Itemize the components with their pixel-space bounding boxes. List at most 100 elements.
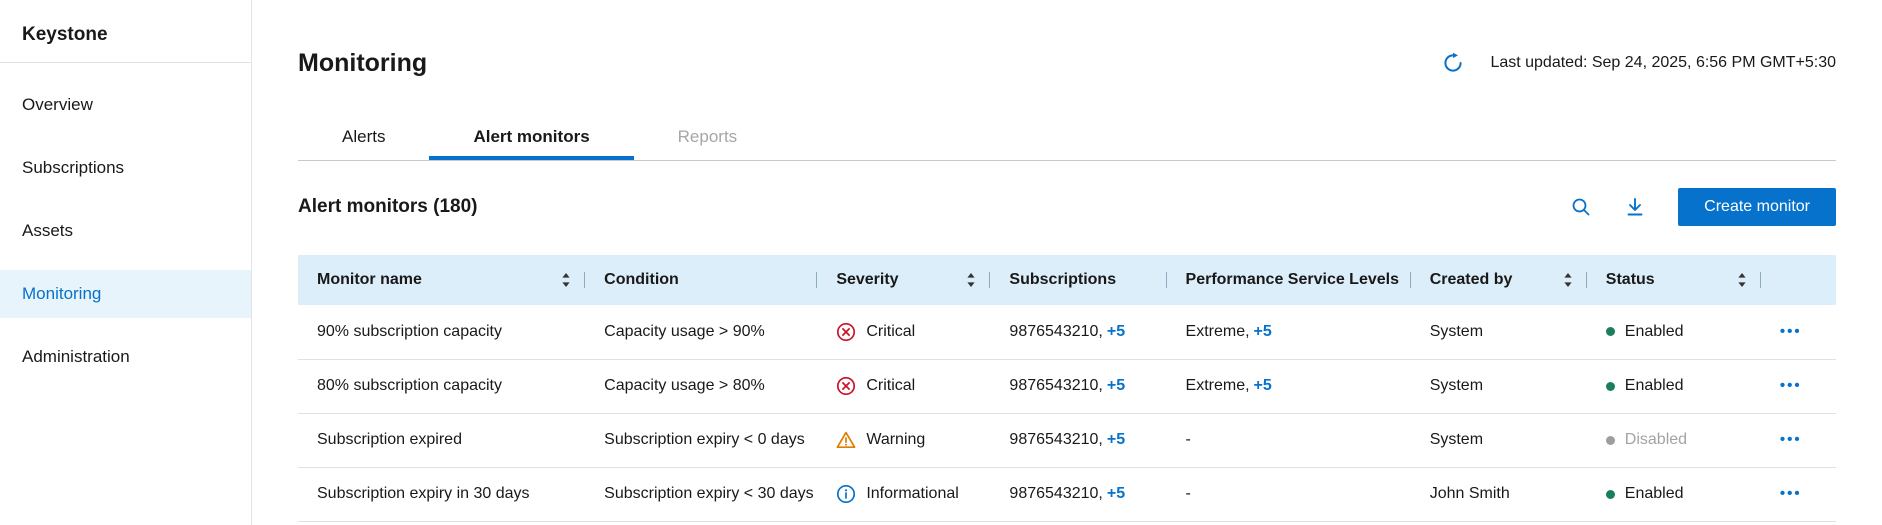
condition-cell: Capacity usage > 90% — [585, 305, 817, 359]
subscriptions-cell: 9876543210, +5 — [990, 359, 1166, 413]
psl-more-link[interactable]: +5 — [1254, 377, 1272, 394]
status-cell: Enabled — [1587, 305, 1761, 359]
status-label: Enabled — [1625, 377, 1684, 395]
tab-alerts[interactable]: Alerts — [298, 118, 429, 160]
table-row: Subscription expiry in 30 days Subscript… — [298, 467, 1836, 521]
overflow-menu-button[interactable]: ••• — [1780, 323, 1802, 340]
overflow-menu-button[interactable]: ••• — [1780, 431, 1802, 448]
column-label: Performance Service Levels — [1186, 271, 1399, 288]
column-severity: Severity — [817, 255, 990, 305]
psl-more-link[interactable]: +5 — [1254, 323, 1272, 340]
sidebar-item-subscriptions[interactable]: Subscriptions — [0, 144, 251, 192]
section-bar: Alert monitors (180) Create monitor — [298, 187, 1836, 227]
created-by-cell: System — [1411, 413, 1587, 467]
sidebar-item-administration[interactable]: Administration — [0, 333, 251, 381]
sidebar-item-overview[interactable]: Overview — [0, 81, 251, 129]
warning-icon — [836, 430, 856, 450]
created-by-cell: System — [1411, 305, 1587, 359]
overflow-menu-button[interactable]: ••• — [1780, 485, 1802, 502]
sidebar-item-monitoring[interactable]: Monitoring — [0, 270, 251, 318]
overflow-menu-button[interactable]: ••• — [1780, 377, 1802, 394]
tab-reports[interactable]: Reports — [634, 118, 782, 160]
status-label: Enabled — [1625, 485, 1684, 503]
table-row: 80% subscription capacity Capacity usage… — [298, 359, 1836, 413]
column-subscriptions: Subscriptions — [990, 255, 1166, 305]
psl-cell: Extreme,+5 — [1167, 305, 1411, 359]
psl-cell: - — [1167, 413, 1411, 467]
status-dot — [1606, 490, 1615, 499]
psl-value: Extreme, — [1186, 323, 1250, 340]
psl-value: Extreme, — [1186, 377, 1250, 394]
download-icon[interactable] — [1624, 196, 1646, 218]
column-condition: Condition — [585, 255, 817, 305]
psl-cell: Extreme,+5 — [1167, 359, 1411, 413]
last-updated-area: Last updated: Sep 24, 2025, 6:56 PM GMT+… — [1442, 52, 1836, 74]
page-header: Monitoring Last updated: Sep 24, 2025, 6… — [298, 48, 1836, 78]
actions-cell: ••• — [1761, 359, 1836, 413]
severity-label: Critical — [866, 323, 915, 341]
severity-label: Informational — [866, 485, 959, 503]
monitor-name-cell: 90% subscription capacity — [298, 305, 585, 359]
severity-label: Critical — [866, 377, 915, 395]
column-label: Severity — [836, 271, 898, 289]
status-dot — [1606, 436, 1615, 445]
severity-cell: Critical — [817, 359, 990, 413]
subscriptions-more-link[interactable]: +5 — [1107, 323, 1125, 340]
column-monitor-name: Monitor name — [298, 255, 585, 305]
subscriptions-cell: 9876543210, +5 — [990, 413, 1166, 467]
subscription-id: 9876543210, — [1009, 377, 1102, 394]
section-actions: Create monitor — [1570, 188, 1836, 226]
main-content: Monitoring Last updated: Sep 24, 2025, 6… — [252, 0, 1882, 525]
column-created-by: Created by — [1411, 255, 1587, 305]
tab-alert-monitors[interactable]: Alert monitors — [429, 118, 633, 160]
column-status: Status — [1587, 255, 1761, 305]
subscriptions-more-link[interactable]: +5 — [1107, 377, 1125, 394]
refresh-icon[interactable] — [1442, 52, 1464, 74]
column-performance-service-levels: Performance Service Levels — [1167, 255, 1411, 305]
subscriptions-more-link[interactable]: +5 — [1107, 485, 1125, 502]
monitor-name-cell: Subscription expired — [298, 413, 585, 467]
actions-cell: ••• — [1761, 467, 1836, 521]
create-monitor-button[interactable]: Create monitor — [1678, 188, 1836, 226]
column-actions — [1761, 255, 1836, 305]
status-cell: Enabled — [1587, 467, 1761, 521]
sort-icon[interactable] — [966, 272, 976, 288]
severity-cell: Critical — [817, 305, 990, 359]
status-dot — [1606, 382, 1615, 391]
actions-cell: ••• — [1761, 305, 1836, 359]
condition-cell: Capacity usage > 80% — [585, 359, 817, 413]
sidebar-nav: Overview Subscriptions Assets Monitoring… — [0, 81, 251, 381]
subscriptions-cell: 9876543210, +5 — [990, 305, 1166, 359]
status-cell: Disabled — [1587, 413, 1761, 467]
search-icon[interactable] — [1570, 196, 1592, 218]
actions-cell: ••• — [1761, 413, 1836, 467]
sort-icon[interactable] — [1737, 272, 1747, 288]
condition-cell: Subscription expiry < 0 days — [585, 413, 817, 467]
subscription-id: 9876543210, — [1009, 323, 1102, 340]
page-title: Monitoring — [298, 48, 427, 78]
column-label: Subscriptions — [1009, 271, 1116, 288]
column-label: Created by — [1430, 271, 1513, 289]
sort-icon[interactable] — [1563, 272, 1573, 288]
status-cell: Enabled — [1587, 359, 1761, 413]
status-label: Disabled — [1625, 431, 1687, 449]
status-dot — [1606, 327, 1615, 336]
subscriptions-cell: 9876543210,+5 — [990, 467, 1166, 521]
sort-icon[interactable] — [561, 272, 571, 288]
monitor-name-cell: Subscription expiry in 30 days — [298, 467, 585, 521]
severity-cell: Informational — [817, 467, 990, 521]
column-label: Monitor name — [317, 271, 422, 289]
status-label: Enabled — [1625, 323, 1684, 341]
subscription-id: 9876543210, — [1009, 431, 1102, 448]
section-title: Alert monitors (180) — [298, 196, 477, 218]
subscriptions-more-link[interactable]: +5 — [1107, 431, 1125, 448]
critical-icon — [836, 376, 856, 396]
column-label: Condition — [604, 271, 679, 288]
alert-monitors-table: Monitor name Condition Severity — [298, 255, 1836, 522]
info-icon — [836, 484, 856, 504]
last-updated-text: Last updated: Sep 24, 2025, 6:56 PM GMT+… — [1490, 54, 1836, 72]
condition-cell: Subscription expiry < 30 days — [585, 467, 817, 521]
sidebar-item-assets[interactable]: Assets — [0, 207, 251, 255]
monitor-name-cell: 80% subscription capacity — [298, 359, 585, 413]
sidebar: Keystone Overview Subscriptions Assets M… — [0, 0, 252, 525]
